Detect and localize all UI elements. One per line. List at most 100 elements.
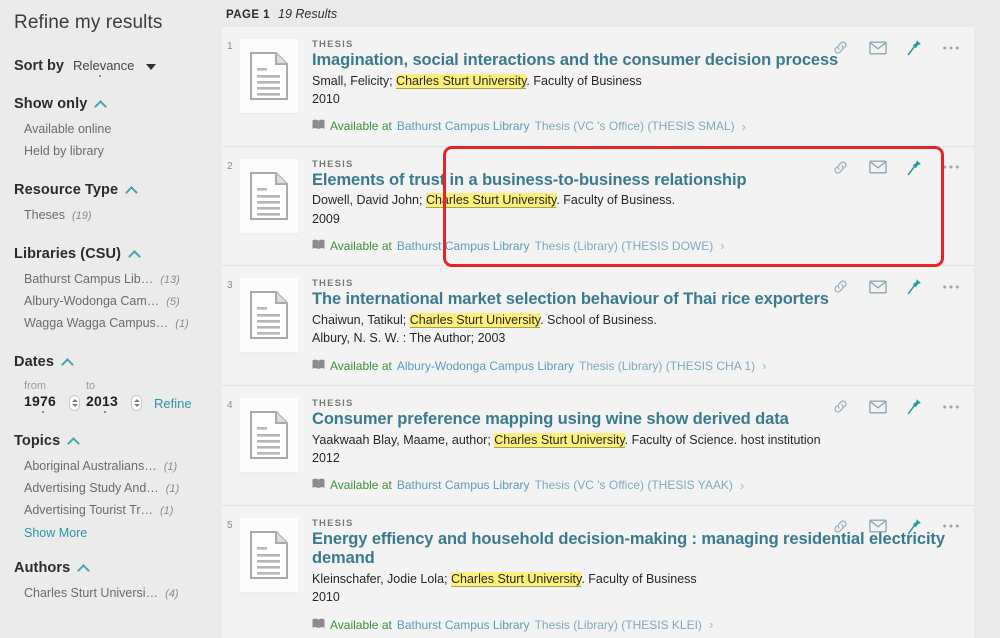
- facet-header-libraries-csu[interactable]: Libraries (CSU): [14, 246, 222, 263]
- facet-item[interactable]: Aboriginal Australians… (1): [14, 455, 222, 477]
- facet-item-count: (1): [163, 461, 178, 473]
- facet-item[interactable]: Held by library: [14, 140, 222, 162]
- availability-library-link[interactable]: Bathurst Campus Library: [397, 478, 530, 492]
- result-availability[interactable]: Available at Bathurst Campus Library Thesi…: [312, 478, 964, 493]
- result-availability[interactable]: Available at Bathurst Campus Library Thesi…: [312, 617, 964, 632]
- chevron-up-icon[interactable]: [94, 99, 108, 113]
- sidebar-title: Refine my results: [14, 12, 163, 33]
- book-icon: [312, 618, 325, 632]
- facet-item[interactable]: Charles Sturt Universi… (4): [14, 582, 222, 604]
- facet-section-authors: Authors Charles Sturt Universi… (4): [14, 560, 222, 604]
- envelope-icon[interactable]: [869, 160, 887, 174]
- ellipsis-icon[interactable]: [942, 164, 960, 170]
- facet-item-label: Aboriginal Australians…: [24, 459, 157, 473]
- facet-item[interactable]: Bathurst Campus Lib… (13): [14, 268, 222, 290]
- result-year: Albury, N. S. W. : The Author; 2003: [312, 331, 506, 346]
- chevron-right-icon[interactable]: ›: [762, 358, 766, 373]
- date-from-stepper[interactable]: [69, 395, 80, 411]
- facet-item-label: Advertising Study And…: [24, 481, 159, 495]
- facet-header-label: Show only: [14, 96, 88, 112]
- chevron-right-icon[interactable]: ›: [742, 119, 746, 134]
- chevron-up-icon[interactable]: [61, 357, 74, 371]
- result-availability[interactable]: Available at Bathurst Campus Library Thesi…: [312, 238, 964, 253]
- facet-header-label: Libraries (CSU): [14, 246, 122, 262]
- facet-item-label: Held by library: [24, 144, 104, 158]
- sort-by-value[interactable]: Relevance: [73, 58, 134, 77]
- link-icon[interactable]: [832, 159, 849, 176]
- result-item[interactable]: 1 THESIS Imagination, social interactions …: [222, 27, 974, 147]
- show-more-link[interactable]: Show More: [14, 521, 222, 540]
- envelope-icon[interactable]: [869, 40, 887, 55]
- result-item[interactable]: 4 THESIS Consumer preference mapping using…: [222, 386, 974, 506]
- sort-by-control[interactable]: Sort by Relevance: [14, 37, 222, 77]
- pin-icon[interactable]: [907, 518, 922, 535]
- result-thumbnail: [240, 514, 312, 632]
- facet-header-resource-type[interactable]: Resource Type: [14, 182, 222, 199]
- refine-sidebar: Refine my results Sort by Relevance Show…: [0, 0, 222, 638]
- result-item[interactable]: 5 THESIS Energy effiency and household dec…: [222, 505, 974, 638]
- facet-section-libraries-csu: Libraries (CSU) Bathurst Campus Lib… (13) A…: [14, 246, 222, 334]
- envelope-icon[interactable]: [869, 280, 887, 294]
- chevron-down-icon[interactable]: [146, 64, 157, 70]
- facet-item-label: Available online: [24, 122, 112, 136]
- ellipsis-icon[interactable]: [942, 523, 960, 529]
- ellipsis-icon[interactable]: [942, 404, 960, 410]
- pin-icon[interactable]: [907, 278, 922, 295]
- result-title-link[interactable]: Energy effiency and household decision-m…: [312, 530, 964, 570]
- link-icon[interactable]: [832, 278, 849, 295]
- pin-icon[interactable]: [907, 398, 922, 415]
- facet-item[interactable]: Albury-Wodonga Cam… (5): [14, 290, 222, 312]
- facet-header-dates[interactable]: Dates: [14, 354, 222, 371]
- ellipsis-icon[interactable]: [942, 284, 960, 290]
- facet-header-authors[interactable]: Authors: [14, 560, 222, 577]
- pin-icon[interactable]: [907, 39, 922, 56]
- facet-item[interactable]: Advertising Tourist Tr… (1): [14, 499, 222, 521]
- chevron-right-icon[interactable]: ›: [720, 238, 724, 253]
- envelope-icon[interactable]: [869, 519, 887, 533]
- envelope-icon[interactable]: [869, 399, 887, 414]
- result-availability[interactable]: Available at Bathurst Campus Library Thesi…: [312, 119, 964, 134]
- refine-dates-button[interactable]: Refine: [154, 396, 192, 413]
- date-to-input[interactable]: 2013: [86, 393, 126, 413]
- result-availability[interactable]: Available at Albury-Wodonga Campus Librar…: [312, 358, 964, 373]
- facet-item[interactable]: Wagga Wagga Campus… (1): [14, 312, 222, 334]
- facet-item-count: (1): [165, 483, 180, 495]
- facet-item[interactable]: Theses (19): [14, 204, 222, 226]
- chevron-up-icon[interactable]: [128, 249, 141, 263]
- link-icon[interactable]: [832, 39, 849, 56]
- thumbnail-shadow: [240, 472, 298, 479]
- availability-library-link[interactable]: Bathurst Campus Library: [397, 239, 530, 253]
- facet-header-topics[interactable]: Topics: [14, 433, 222, 450]
- date-from-input[interactable]: 1976: [24, 393, 64, 413]
- pin-icon[interactable]: [907, 159, 922, 176]
- chevron-right-icon[interactable]: ›: [740, 478, 744, 493]
- facet-item-count: (5): [166, 296, 180, 308]
- result-item[interactable]: 2 THESIS Elements of trust in a business-t…: [222, 146, 974, 267]
- date-to-stepper[interactable]: [131, 395, 142, 411]
- chevron-up-icon[interactable]: [77, 563, 91, 577]
- link-icon[interactable]: [832, 398, 849, 415]
- facet-item[interactable]: Available online: [14, 118, 222, 140]
- link-icon[interactable]: [832, 518, 849, 535]
- date-to-field: to 2013: [86, 380, 142, 413]
- facet-item[interactable]: Advertising Study And… (1): [14, 477, 222, 499]
- facet-header-label: Dates: [14, 354, 54, 370]
- result-actions: [832, 278, 960, 295]
- chevron-right-icon[interactable]: ›: [709, 617, 713, 632]
- result-item[interactable]: 3 THESIS The international market selectio…: [222, 266, 974, 387]
- author-highlight: Charles Sturt University: [494, 432, 625, 448]
- availability-library-link[interactable]: Bathurst Campus Library: [397, 618, 530, 632]
- results-main: PAGE 1 19 Results 1 THESIS Imagination, so…: [222, 0, 1000, 638]
- chevron-up-icon[interactable]: [67, 436, 81, 450]
- result-year: 2012: [312, 450, 340, 465]
- availability-status: Available at: [330, 119, 392, 134]
- availability-library-link[interactable]: Albury-Wodonga Campus Library: [397, 359, 574, 373]
- date-range-controls: from 1976 to 2013 Refine: [14, 370, 222, 413]
- facet-header-show-only[interactable]: Show only: [14, 96, 222, 113]
- document-icon: [240, 158, 298, 233]
- availability-library-link[interactable]: Bathurst Campus Library: [397, 119, 530, 133]
- thumbnail-shadow: [240, 232, 298, 239]
- chevron-up-icon[interactable]: [125, 185, 139, 199]
- facet-header-label: Authors: [14, 560, 71, 576]
- ellipsis-icon[interactable]: [942, 45, 960, 51]
